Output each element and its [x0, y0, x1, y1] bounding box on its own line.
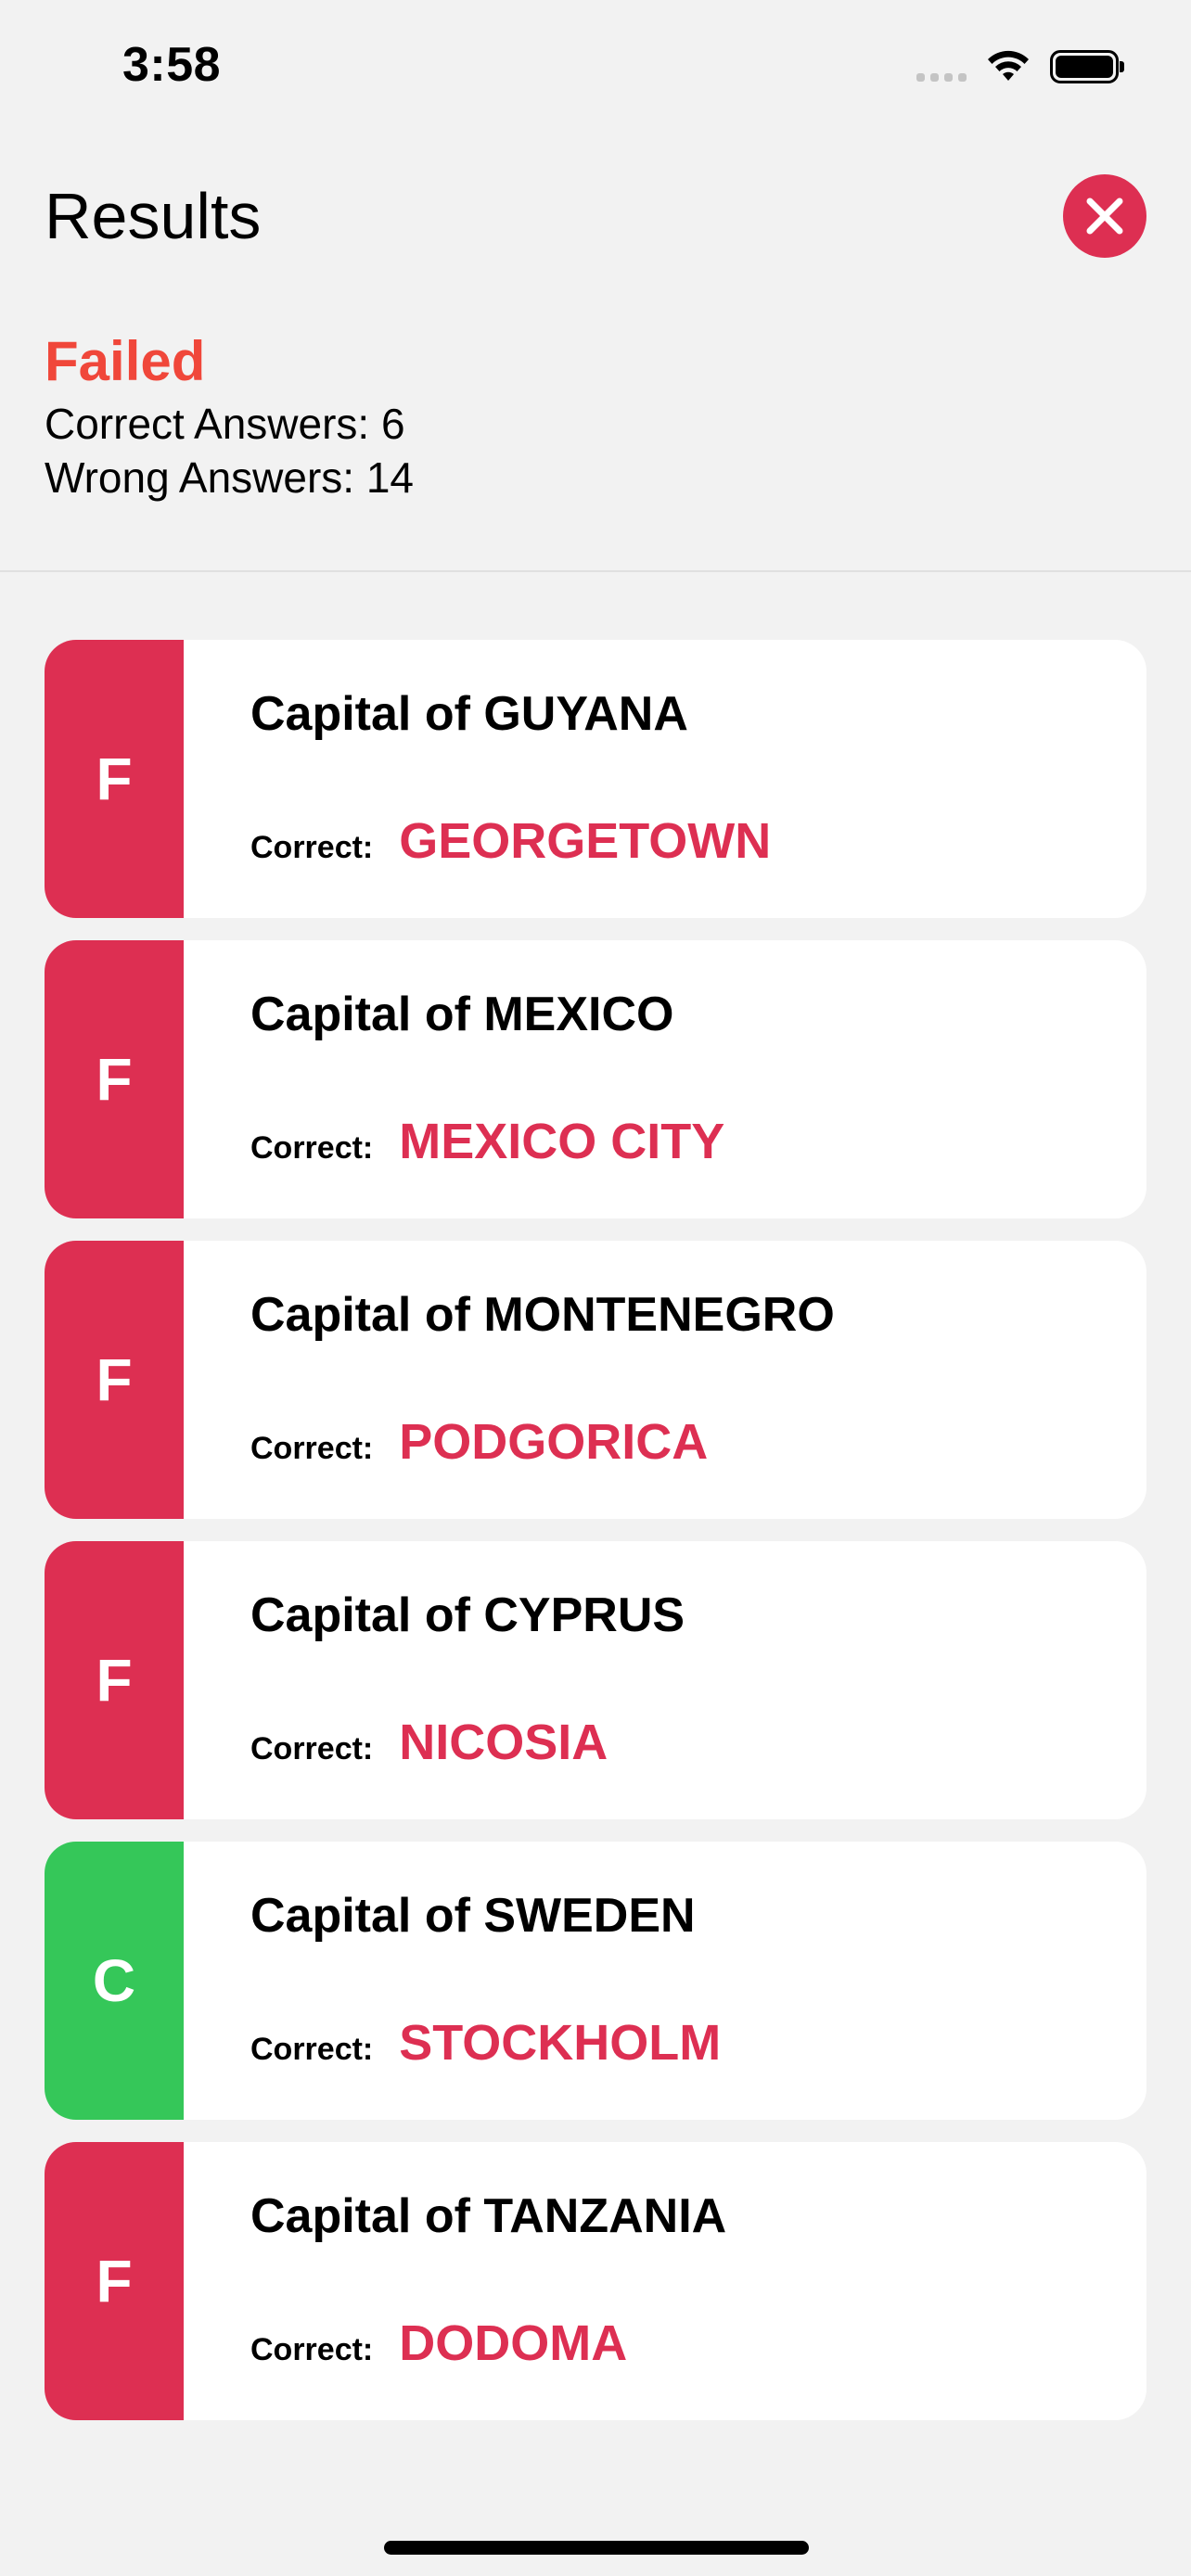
status-time: 3:58	[122, 38, 222, 92]
correct-answers-count: Correct Answers: 6	[45, 400, 405, 448]
wrong-answers-count: Wrong Answers: 14	[45, 453, 415, 502]
question-text: Capital of TANZANIA	[250, 2189, 727, 2243]
grade-badge: F	[45, 2142, 184, 2420]
answer-label: Correct:	[250, 2032, 374, 2067]
status-bar: 3:58	[0, 0, 1191, 130]
answer-label: Correct:	[250, 1130, 374, 1166]
answer-label: Correct:	[250, 2332, 374, 2367]
grade-badge: F	[45, 640, 184, 918]
result-card: F Capital of CYPRUS Correct: NICOSIA	[45, 1541, 1146, 1819]
correct-answer: STOCKHOLM	[399, 2015, 722, 2071]
grade-badge: C	[45, 1842, 184, 2120]
question-text: Capital of GUYANA	[250, 687, 688, 741]
close-button[interactable]	[1063, 174, 1146, 258]
question-text: Capital of CYPRUS	[250, 1588, 685, 1642]
battery-icon	[1050, 50, 1124, 83]
cellular-signal-icon	[916, 52, 967, 82]
wifi-icon	[988, 50, 1029, 81]
question-text: Capital of MEXICO	[250, 988, 674, 1041]
summary-status: Failed	[45, 330, 206, 392]
correct-answer: MEXICO CITY	[399, 1114, 725, 1169]
answer-label: Correct:	[250, 830, 374, 865]
status-icons	[916, 48, 1124, 85]
answer-label: Correct:	[250, 1431, 374, 1466]
correct-answer: NICOSIA	[399, 1715, 608, 1770]
results-summary: Failed Correct Answers: 6 Wrong Answers:…	[45, 326, 414, 504]
home-indicator[interactable]	[384, 2541, 809, 2555]
grade-badge: F	[45, 1541, 184, 1819]
answer-label: Correct:	[250, 1731, 374, 1766]
correct-answer: GEORGETOWN	[399, 813, 772, 869]
correct-answer: PODGORICA	[399, 1414, 709, 1470]
divider	[0, 570, 1191, 572]
grade-badge: F	[45, 940, 184, 1218]
result-card: C Capital of SWEDEN Correct: STOCKHOLM	[45, 1842, 1146, 2120]
close-icon	[1086, 198, 1123, 235]
page-title: Results	[45, 180, 262, 252]
results-list: F Capital of GUYANA Correct: GEORGETOWN …	[45, 640, 1146, 2442]
result-card: F Capital of MEXICO Correct: MEXICO CITY	[45, 940, 1146, 1218]
result-card: F Capital of GUYANA Correct: GEORGETOWN	[45, 640, 1146, 918]
result-card: F Capital of TANZANIA Correct: DODOMA	[45, 2142, 1146, 2420]
grade-badge: F	[45, 1241, 184, 1519]
result-card: F Capital of MONTENEGRO Correct: PODGORI…	[45, 1241, 1146, 1519]
question-text: Capital of MONTENEGRO	[250, 1288, 835, 1342]
question-text: Capital of SWEDEN	[250, 1889, 696, 1943]
correct-answer: DODOMA	[399, 2315, 628, 2371]
